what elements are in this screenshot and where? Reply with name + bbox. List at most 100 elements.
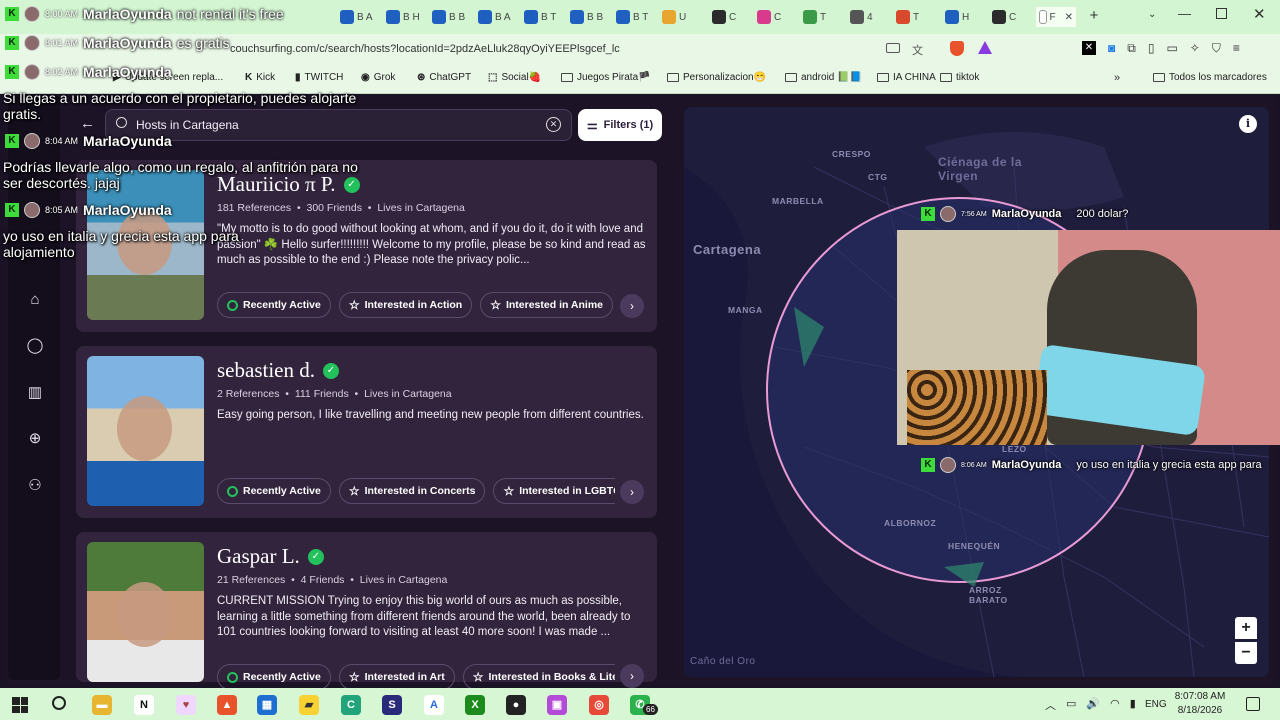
pills-next-button[interactable]: › <box>620 664 644 688</box>
brave-rewards-icon[interactable] <box>978 41 992 54</box>
browser-tab[interactable]: H <box>945 7 969 27</box>
browser-tab[interactable]: B T <box>616 7 648 27</box>
bookmark-item[interactable]: ⬚ Social🍓 <box>488 72 541 83</box>
explore-icon[interactable]: ⊕ <box>25 429 45 449</box>
clear-search-icon[interactable]: ✕ <box>546 117 561 132</box>
camera-icon[interactable]: ◙ <box>1108 41 1115 56</box>
sticky-notes-icon[interactable]: ▰ <box>299 695 319 715</box>
bookmark-item[interactable]: tiktok <box>940 72 979 83</box>
recently-active-pill[interactable]: Recently Active <box>217 478 331 504</box>
browser-tab[interactable]: T <box>896 7 919 27</box>
close-tab-icon[interactable]: ✕ <box>1065 12 1073 23</box>
pills-next-button[interactable]: › <box>620 294 644 318</box>
battery-icon[interactable]: ▭ <box>1066 697 1076 713</box>
bookmark-item[interactable]: ▮ TWITCH <box>295 72 343 83</box>
stream-icon[interactable]: S <box>382 695 402 715</box>
network-icon[interactable]: ▮ <box>1130 697 1136 713</box>
host-name[interactable]: Gaspar L. <box>217 544 300 569</box>
interest-pill[interactable]: ☆ Interested in Concerts <box>338 478 486 504</box>
interest-pill[interactable]: ☆ Interested in LGBTQ+ rights <box>493 478 615 504</box>
browser-tab[interactable]: B B <box>570 7 603 27</box>
bookmark-item[interactable]: Juegos Pirata🏴 <box>561 72 651 83</box>
browser-tab[interactable]: C <box>712 7 736 27</box>
taskbar-search-icon[interactable] <box>52 696 66 710</box>
obs-icon[interactable]: ● <box>506 695 526 715</box>
map-info-icon[interactable]: i <box>1239 115 1257 133</box>
app-icon[interactable]: ▣ <box>547 695 567 715</box>
browser-tab[interactable]: U <box>662 7 686 27</box>
browser-tab[interactable]: T <box>803 7 826 27</box>
input-language[interactable]: ENG <box>1145 699 1167 710</box>
tray-icons[interactable]: ︿ ▭ 🔊 ◠ ▮ <box>1045 697 1136 713</box>
store-icon[interactable]: ▦ <box>257 695 277 715</box>
install-icon[interactable] <box>886 43 900 53</box>
vpn-icon[interactable]: ⛉ <box>1212 41 1221 56</box>
browser-tab[interactable]: B B <box>432 7 465 27</box>
tab-list-button[interactable]: ⌄ <box>1148 9 1156 20</box>
interest-pill[interactable]: ☆ Interested in Action <box>338 292 473 318</box>
edge-icon[interactable]: C <box>341 695 361 715</box>
bookmark-item[interactable]: IA CHINA <box>877 72 936 83</box>
browser-tab[interactable]: 4 <box>850 7 873 27</box>
wallet-icon[interactable]: ▭ <box>1166 41 1177 56</box>
browser-tab[interactable]: B H <box>386 7 420 27</box>
browser-tab[interactable]: B A <box>478 7 511 27</box>
minimize-button[interactable]: — <box>1178 6 1191 21</box>
interest-pill[interactable]: ☆ Interested in Anime <box>480 292 614 318</box>
xbox-icon[interactable]: X <box>465 695 485 715</box>
chrome-icon[interactable]: ◎ <box>589 695 609 715</box>
host-card[interactable]: Gaspar L. ✓ 21 References • 4 Friends • Li… <box>76 532 657 690</box>
puzzle-icon[interactable]: ⧉ <box>1127 41 1136 56</box>
brave-icon[interactable]: ▲ <box>217 695 237 715</box>
pills-next-button[interactable]: › <box>620 480 644 504</box>
maximize-button[interactable] <box>1216 8 1227 19</box>
host-name[interactable]: sebastien d. <box>217 358 315 383</box>
new-tab-button[interactable]: + <box>1086 8 1102 24</box>
map-icon[interactable]: ▥ <box>25 383 45 403</box>
interest-pill[interactable]: ☆ Interested in Art <box>338 664 455 690</box>
browser-tab[interactable]: C <box>992 7 1016 27</box>
translate-icon[interactable]: 文 <box>912 42 923 58</box>
interest-pill[interactable]: ☆ Interested in Books & Literature <box>462 664 615 690</box>
url-field[interactable]: couchsurfing.com/c/search/hosts?location… <box>190 38 880 60</box>
taskbar-clock[interactable]: 8:07:08 AM 8/18/2026 <box>1170 690 1230 718</box>
brave-shield-icon[interactable] <box>950 41 964 56</box>
ai-icon[interactable]: ✧ <box>1190 41 1200 56</box>
bookmarks-overflow-icon[interactable]: » <box>1114 72 1120 84</box>
close-window-button[interactable]: ✕ <box>1253 5 1266 23</box>
app-icon[interactable]: A <box>424 695 444 715</box>
recently-active-pill[interactable]: Recently Active <box>217 292 331 318</box>
browser-tab[interactable]: B A <box>340 7 373 27</box>
zoom-out-button[interactable]: − <box>1235 642 1257 664</box>
bookmark-item[interactable]: K Kick <box>245 72 275 83</box>
profile-icon[interactable]: ⚇ <box>25 476 45 496</box>
file-explorer-icon[interactable]: ▬ <box>92 695 112 715</box>
app-icon[interactable]: ♥ <box>176 695 196 715</box>
messages-icon[interactable]: ◯ <box>25 336 45 356</box>
host-photo[interactable] <box>87 542 204 682</box>
volume-icon[interactable]: 🔊 <box>1086 697 1100 713</box>
browser-tab[interactable]: B T <box>524 7 556 27</box>
host-card[interactable]: sebastien d. ✓ 2 References • 111 Friends … <box>76 346 657 518</box>
home-icon[interactable]: ⌂ <box>25 290 45 310</box>
filters-button[interactable]: ⚌ Filters (1) <box>578 109 662 141</box>
windows-start-icon[interactable] <box>12 697 28 713</box>
recently-active-pill[interactable]: Recently Active <box>217 664 331 690</box>
all-bookmarks[interactable]: Todos los marcadores <box>1153 72 1267 83</box>
x-extension-icon[interactable]: ✕ <box>1082 41 1096 55</box>
browser-tab[interactable]: C <box>757 7 781 27</box>
bookmark-item[interactable]: ⊛ ChatGPT <box>417 72 471 83</box>
zoom-in-button[interactable]: + <box>1235 617 1257 639</box>
notifications-icon[interactable] <box>1246 697 1260 711</box>
bookmark-item[interactable]: ◉ Grok <box>361 72 395 83</box>
browser-tab[interactable]: F ✕ <box>1036 7 1076 27</box>
bookmark-item[interactable]: android 📗📘 <box>785 72 862 83</box>
wifi-icon[interactable]: ◠ <box>1110 697 1120 713</box>
sidebar-icon[interactable]: ▯ <box>1148 41 1155 56</box>
notion-icon[interactable]: N <box>134 695 154 715</box>
host-photo[interactable] <box>87 356 204 506</box>
extension-icons[interactable]: ✕ ◙ ⧉ ▯ ▭ ✧ ⛉ ≡ <box>1082 41 1240 56</box>
tray-chevron-icon[interactable]: ︿ <box>1045 697 1056 713</box>
menu-icon[interactable]: ≡ <box>1233 41 1240 56</box>
bookmark-item[interactable]: Personalizacion😁 <box>667 72 766 83</box>
